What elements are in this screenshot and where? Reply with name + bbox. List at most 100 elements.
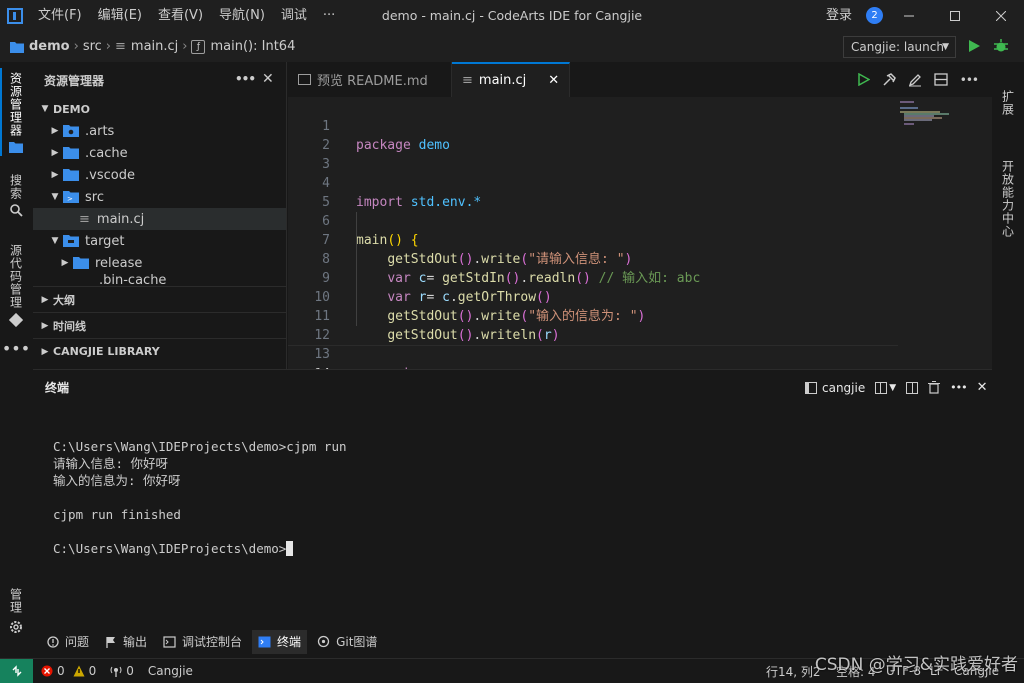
- activity-more[interactable]: •••: [2, 341, 30, 357]
- git-icon: [9, 313, 23, 327]
- code-line: 1 package demo: [322, 119, 450, 153]
- folder-src-icon: >: [63, 191, 79, 203]
- section-cangjie-library[interactable]: ▶ CANGJIE LIBRARY: [33, 338, 286, 364]
- chevron-down-icon: ▼: [41, 104, 49, 114]
- debug-console-icon: [163, 635, 176, 648]
- search-icon: [9, 204, 23, 217]
- status-problems[interactable]: 0 0: [41, 664, 96, 678]
- split-editor-icon[interactable]: [906, 381, 919, 394]
- menu-debug[interactable]: 调试: [273, 0, 315, 31]
- menu-edit[interactable]: 编辑(E): [90, 0, 150, 31]
- breadcrumb-symbol[interactable]: ƒ main(): Int64: [191, 39, 295, 54]
- tab-debug-console[interactable]: 调试控制台: [157, 630, 248, 654]
- run-file-icon[interactable]: [858, 73, 870, 86]
- tree-root-demo[interactable]: ▼ DEMO: [33, 98, 286, 120]
- status-encoding[interactable]: UTF-8: [886, 664, 921, 678]
- minimap[interactable]: [900, 99, 980, 139]
- status-ports[interactable]: 0: [110, 664, 134, 678]
- breadcrumb-project[interactable]: demo: [10, 39, 70, 54]
- tab-git-graph[interactable]: Git图谱: [311, 630, 383, 654]
- close-icon[interactable]: ✕: [262, 71, 274, 87]
- chevron-right-icon: ›: [105, 39, 111, 54]
- tree-item-vscode[interactable]: ▶ .vscode: [33, 164, 286, 186]
- indent-guide: [356, 212, 357, 326]
- chevron-right-icon: ›: [182, 39, 188, 54]
- status-bar: 0 0 0 Cangjie 行14, 列2 空格: 4 UTF-8 LF Can…: [0, 658, 1024, 683]
- terminal-output[interactable]: C:\Users\Wang\IDEProjects\demo> cjpm run …: [33, 405, 992, 626]
- build-hammer-icon[interactable]: [882, 72, 896, 87]
- status-indent[interactable]: 空格: 4: [836, 663, 876, 680]
- section-outline[interactable]: ▶ 大纲: [33, 286, 286, 312]
- code-line: 6 main() {: [322, 214, 419, 248]
- tree-item-cache[interactable]: ▶ .cache: [33, 142, 286, 164]
- debug-icon[interactable]: [993, 38, 1009, 58]
- close-window-button[interactable]: [978, 0, 1024, 31]
- activity-explorer[interactable]: 资源管理器: [5, 72, 27, 153]
- tree-item-main-cj[interactable]: ≡ main.cj: [33, 208, 286, 230]
- split-panel-icon: [805, 381, 817, 394]
- notification-badge[interactable]: 2: [866, 7, 883, 24]
- activity-manage[interactable]: 管理: [5, 588, 27, 634]
- caret-down-icon: ▼: [942, 42, 949, 52]
- activity-extensions[interactable]: 扩展: [997, 90, 1019, 116]
- status-cursor-position[interactable]: 行14, 列2: [766, 663, 821, 680]
- status-language-right[interactable]: Cangjie: [954, 664, 999, 678]
- terminal-selector[interactable]: cangjie: [805, 381, 865, 395]
- close-panel-icon[interactable]: ✕: [977, 380, 988, 395]
- tree-item-target[interactable]: ▼ target: [33, 230, 286, 252]
- code-line: 3: [322, 157, 330, 172]
- breadcrumb-folder[interactable]: src: [83, 39, 102, 54]
- panel-header: 终端 cangjie ▼ ••• ✕: [45, 380, 988, 395]
- tab-main-cj[interactable]: ≡ main.cj ✕: [452, 62, 570, 97]
- run-config-select[interactable]: Cangjie: launch ▼: [843, 36, 956, 58]
- activity-capability-center[interactable]: 开放能力中心: [997, 160, 1019, 238]
- activity-source-control[interactable]: 源代码管理: [5, 244, 27, 327]
- remote-icon[interactable]: [0, 658, 33, 683]
- menu-navigate[interactable]: 导航(N): [211, 0, 273, 31]
- section-timeline[interactable]: ▶ 时间线: [33, 312, 286, 338]
- more-actions-icon[interactable]: •••: [950, 381, 967, 394]
- code-line: 5: [322, 195, 330, 210]
- run-icon[interactable]: [967, 38, 981, 58]
- chevron-down-icon[interactable]: ▼: [889, 383, 896, 393]
- split-terminal-icon[interactable]: [875, 381, 888, 394]
- code-editor[interactable]: 1 package demo 2 3 4 import std.env.* 5 …: [288, 97, 992, 401]
- split-editor-icon[interactable]: [934, 73, 948, 86]
- file-lines-icon: ≡: [115, 39, 126, 54]
- menu-more[interactable]: ···: [315, 0, 343, 31]
- status-language[interactable]: Cangjie: [148, 664, 193, 678]
- activity-search[interactable]: 搜索: [5, 174, 27, 217]
- warning-icon: [73, 665, 85, 677]
- login-button[interactable]: 登录: [826, 0, 852, 31]
- activity-bar-right: 扩展 开放能力中心: [992, 62, 1024, 658]
- maximize-button[interactable]: [932, 0, 978, 31]
- panel-tab-bar: 问题 输出 调试控制台 终端 Git图谱: [33, 625, 992, 658]
- tree-item-bin-cache[interactable]: .bin-cache: [33, 274, 286, 286]
- function-icon: ƒ: [191, 39, 206, 54]
- trash-icon[interactable]: [928, 381, 941, 394]
- more-actions-icon[interactable]: •••: [960, 73, 979, 87]
- more-actions-icon[interactable]: •••: [235, 72, 256, 86]
- tab-readme-preview[interactable]: 预览 README.md: [288, 62, 452, 97]
- tab-terminal[interactable]: 终端: [252, 629, 308, 654]
- gear-icon: [10, 621, 22, 633]
- editor-actions: •••: [858, 62, 979, 97]
- code-line: 9 var r= c.getOrThrow(): [322, 271, 552, 305]
- chevron-right-icon: ▶: [51, 126, 59, 136]
- tree-item-arts[interactable]: ▶ .arts: [33, 120, 286, 142]
- tree-item-release[interactable]: ▶ release: [33, 252, 286, 274]
- menu-view[interactable]: 查看(V): [150, 0, 211, 31]
- broadcast-icon: [110, 666, 122, 677]
- status-eol[interactable]: LF: [930, 664, 944, 678]
- minimize-button[interactable]: [886, 0, 932, 31]
- close-tab-icon[interactable]: ✕: [548, 73, 559, 88]
- code-line: 10 getStdOut().write("输入的信息为: "): [314, 290, 646, 324]
- edit-pencil-icon[interactable]: [908, 73, 922, 87]
- tab-problems[interactable]: 问题: [41, 630, 95, 654]
- tree-item-src[interactable]: ▼ > src: [33, 186, 286, 208]
- code-line: 12: [314, 328, 330, 343]
- chevron-down-icon: ▼: [51, 236, 59, 246]
- menu-file[interactable]: 文件(F): [30, 0, 90, 31]
- breadcrumb-file[interactable]: ≡ main.cj: [115, 39, 178, 54]
- tab-output[interactable]: 输出: [99, 630, 153, 654]
